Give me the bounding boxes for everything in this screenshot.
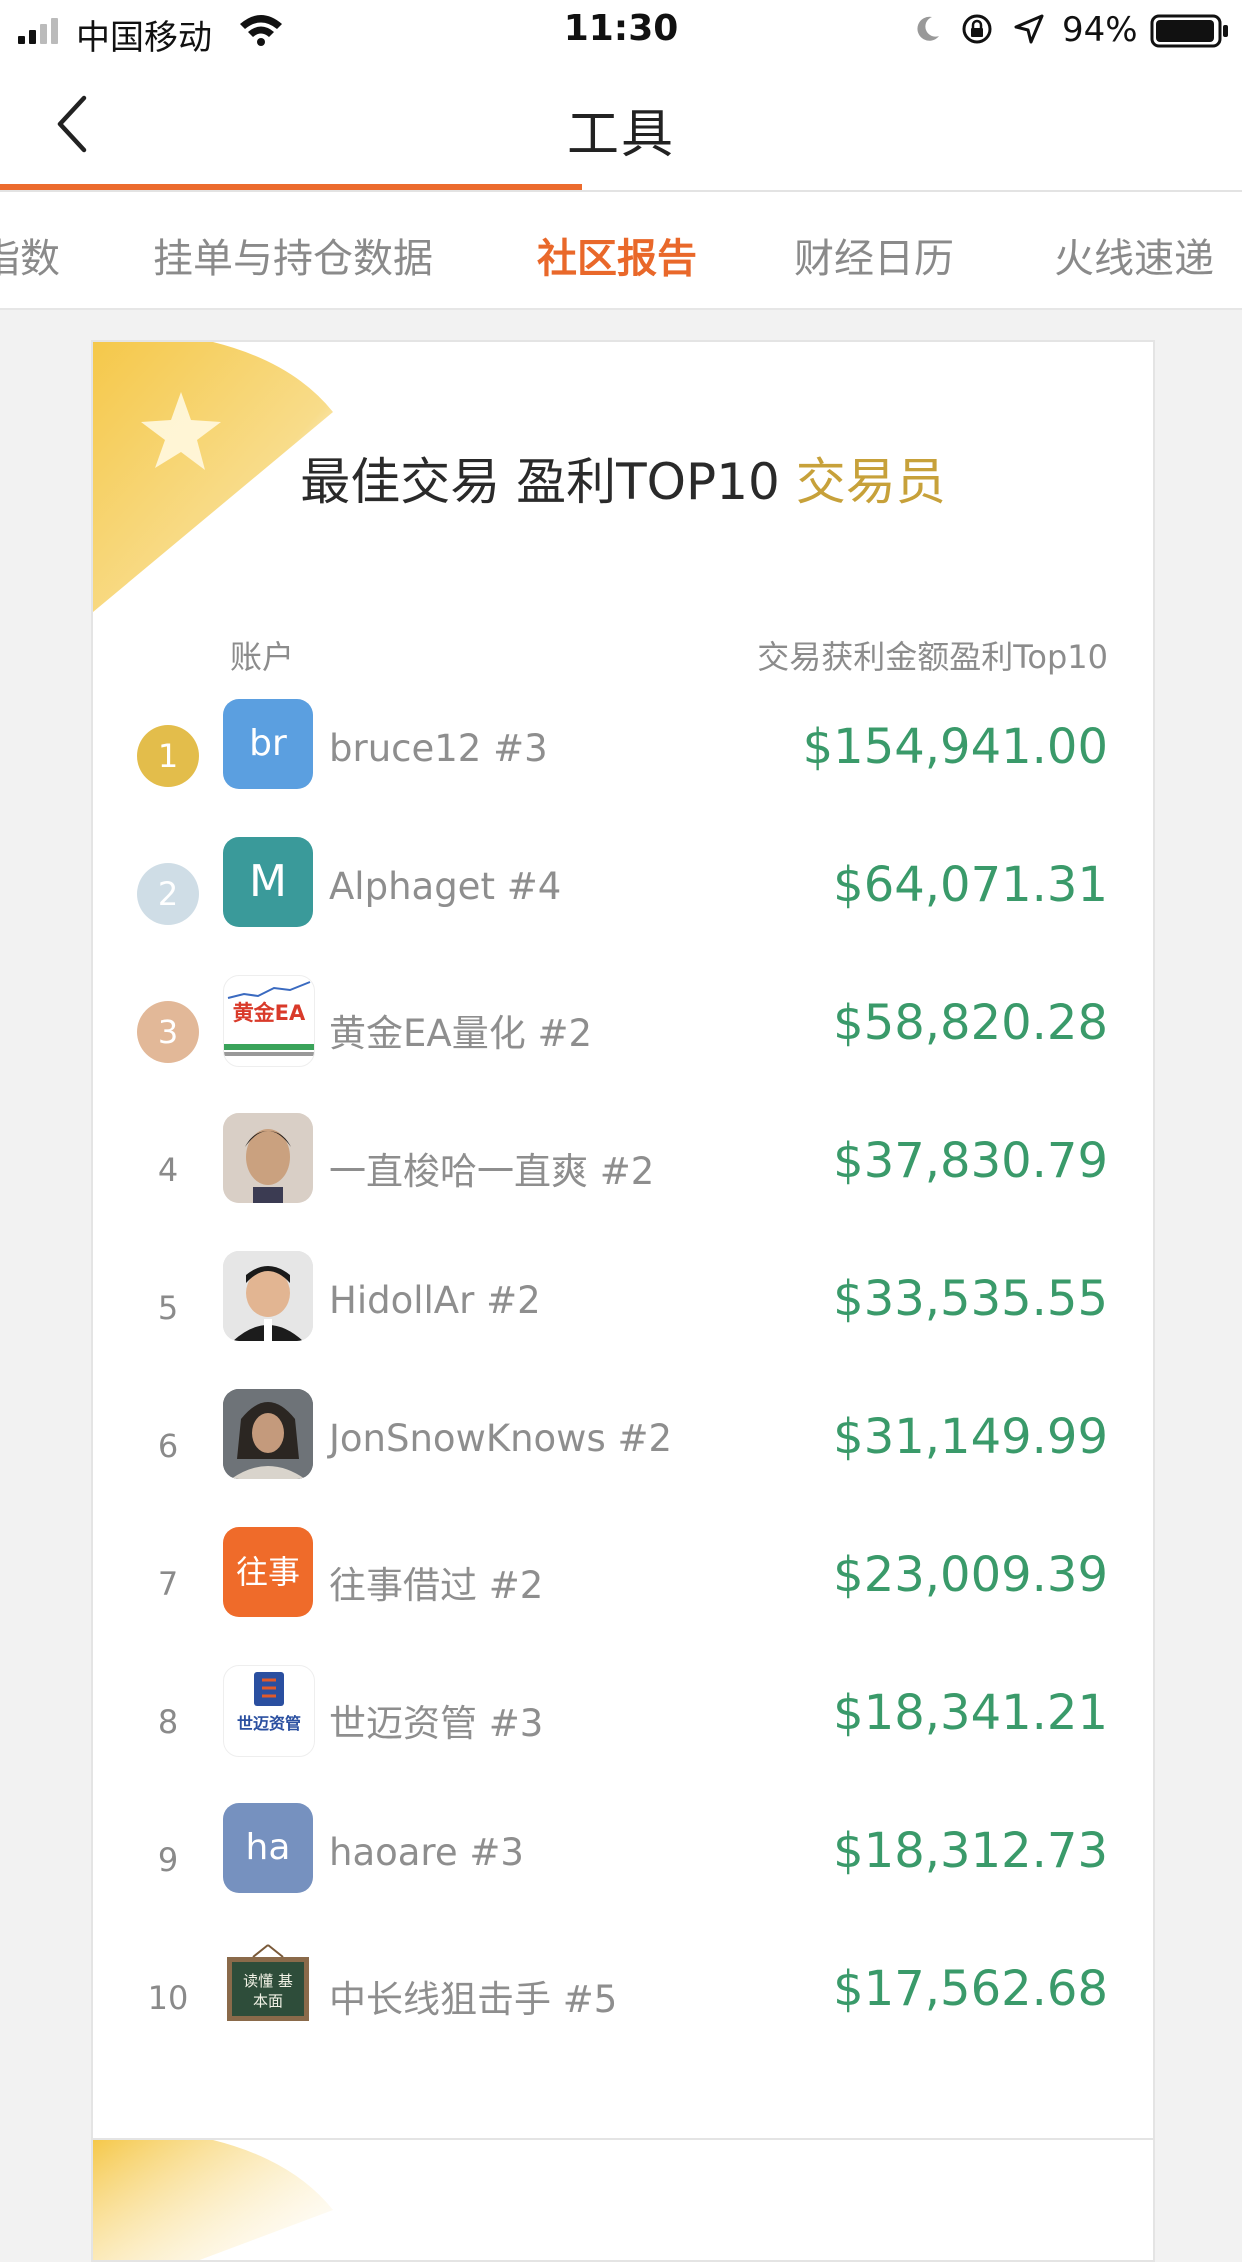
leaderboard-row-7[interactable]: 7 往事 往事借过 #2 $23,009.39 — [93, 1527, 1153, 1647]
avatar-label: 黄金EA — [232, 1001, 306, 1025]
leaderboard-row-1[interactable]: 1 br bruce12 #3 $154,941.00 — [93, 699, 1153, 819]
person-photo-icon — [223, 1113, 313, 1203]
avatar — [223, 1251, 313, 1341]
leaderboard-row-6[interactable]: 6 JonSnowKnows #2 $31,149.99 — [93, 1389, 1153, 1509]
rotation-lock-icon — [962, 14, 992, 44]
avatar: 黄金EA — [223, 975, 315, 1067]
avatar: 读懂 基本面 — [223, 1941, 313, 2031]
avatar: M — [223, 837, 313, 927]
person-photo-icon — [223, 1251, 313, 1341]
rank-number: 5 — [157, 1289, 179, 1327]
rank-badge: 3 — [137, 1001, 199, 1063]
clock: 11:30 — [563, 8, 679, 49]
rank-number: 4 — [157, 1151, 179, 1189]
star-decoration-icon — [93, 2140, 333, 2260]
tab-flash-news[interactable]: 火线速递 — [1054, 226, 1214, 284]
page-title: 工具 — [566, 105, 675, 165]
account-name: 世迈资管 #3 — [329, 1702, 544, 1745]
account-name: haoare #3 — [329, 1831, 524, 1874]
profit-amount: $17,562.68 — [833, 1961, 1108, 2017]
person-photo-icon — [223, 1389, 313, 1479]
company-logo-icon — [254, 1672, 284, 1706]
account-name: 往事借过 #2 — [329, 1564, 544, 1607]
avatar-label: 世迈资管 — [236, 1714, 301, 1733]
profit-amount: $58,820.28 — [833, 995, 1108, 1051]
avatar-label: 读懂 基本面 — [243, 1972, 293, 2010]
column-header-profit: 交易获利金额盈利Top10 — [757, 638, 1108, 676]
rank-badge: 1 — [137, 725, 199, 787]
column-header-account: 账户 — [230, 638, 295, 676]
account-name: HidollAr #2 — [329, 1279, 541, 1322]
leaderboard-row-5[interactable]: 5 HidollAr #2 $33,535.55 — [93, 1251, 1153, 1371]
tab-economic-calendar[interactable]: 财经日历 — [794, 226, 954, 284]
leaderboard-row-9[interactable]: 9 ha haoare #3 $18,312.73 — [93, 1803, 1153, 1923]
avatar: 往事 — [223, 1527, 313, 1617]
account-name: 一直梭哈一直爽 #2 — [329, 1150, 655, 1193]
tab-index[interactable]: 指数 — [0, 226, 60, 284]
rank-number: 9 — [157, 1841, 179, 1879]
account-name: 中长线狙击手 #5 — [329, 1978, 618, 2021]
leaderboard-row-2[interactable]: 2 M Alphaget #4 $64,071.31 — [93, 837, 1153, 957]
account-name: JonSnowKnows #2 — [329, 1417, 673, 1460]
moon-icon — [917, 16, 939, 41]
tab-bar: 指数 挂单与持仓数据 社区报告 财经日历 火线速递 — [0, 192, 1242, 310]
profit-amount: $37,830.79 — [833, 1133, 1108, 1189]
report-title: 最佳交易 盈利TOP10 交易员 — [93, 442, 1153, 514]
rank-number: 10 — [147, 1979, 189, 2017]
avatar — [223, 1113, 313, 1203]
loading-progress-bar — [0, 184, 582, 190]
leaderboard-row-3[interactable]: 3 黄金EA 黄金EA量化 #2 $58,820.28 — [93, 975, 1153, 1095]
profit-amount: $18,312.73 — [833, 1823, 1108, 1879]
profit-amount: $18,341.21 — [833, 1685, 1108, 1741]
avatar: 世迈资管 — [223, 1665, 315, 1757]
tab-orders-positions[interactable]: 挂单与持仓数据 — [153, 226, 433, 284]
rank-badge: 2 — [137, 863, 199, 925]
avatar: ha — [223, 1803, 313, 1893]
tab-community-report[interactable]: 社区报告 — [537, 226, 697, 284]
profit-amount: $154,941.00 — [802, 719, 1108, 775]
profit-amount: $31,149.99 — [833, 1409, 1108, 1465]
location-icon — [1014, 14, 1044, 44]
leaderboard-row-8[interactable]: 8 世迈资管 世迈资管 #3 $18,341.21 — [93, 1665, 1153, 1785]
report-card: 最佳交易 盈利TOP10 交易员 账户 交易获利金额盈利Top10 1 br b… — [91, 340, 1155, 2142]
profit-amount: $23,009.39 — [833, 1547, 1108, 1603]
battery-percent: 94% — [1062, 10, 1138, 50]
avatar — [223, 1389, 313, 1479]
leaderboard-row-10[interactable]: 10 读懂 基本面 中长线狙击手 #5 $17,562.68 — [93, 1941, 1153, 2061]
leaderboard-row-4[interactable]: 4 一直梭哈一直爽 #2 $37,830.79 — [93, 1113, 1153, 1233]
account-name: 黄金EA量化 #2 — [329, 1012, 592, 1055]
profit-amount: $64,071.31 — [833, 857, 1108, 913]
account-name: Alphaget #4 — [329, 865, 562, 908]
avatar: br — [223, 699, 313, 789]
rank-number: 7 — [157, 1565, 179, 1603]
profit-amount: $33,535.55 — [833, 1271, 1108, 1327]
account-name: bruce12 #3 — [329, 727, 548, 770]
next-report-card — [91, 2138, 1155, 2262]
report-title-main: 最佳交易 盈利TOP10 — [300, 453, 780, 511]
status-bar: 中国移动 11:30 94% — [0, 0, 1242, 62]
rank-number: 6 — [157, 1427, 179, 1465]
nav-bar: 工具 — [0, 62, 1242, 192]
rank-number: 8 — [157, 1703, 179, 1741]
report-title-highlight: 交易员 — [795, 453, 946, 511]
battery-icon — [1150, 14, 1228, 48]
